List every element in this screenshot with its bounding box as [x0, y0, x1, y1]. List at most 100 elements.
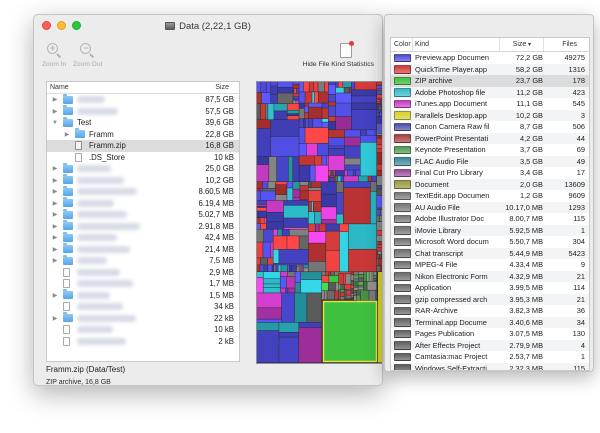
- treemap-cell[interactable]: [328, 282, 336, 291]
- treemap-cell[interactable]: [305, 127, 329, 144]
- treemap-cell[interactable]: [377, 189, 383, 196]
- treemap-cell[interactable]: [373, 280, 377, 282]
- kind-row[interactable]: Terminal.app Docume 3.40,6 MB 34: [391, 316, 589, 328]
- treemap-cell[interactable]: [279, 332, 299, 337]
- file-tree-row[interactable]: 2,9 MB: [47, 267, 239, 279]
- treemap-cell[interactable]: [299, 265, 301, 272]
- treemap-cell[interactable]: [299, 92, 305, 103]
- treemap-cell[interactable]: [268, 182, 276, 188]
- treemap-cell[interactable]: [377, 265, 381, 272]
- treemap-cell[interactable]: [260, 188, 263, 191]
- treemap-cell[interactable]: [351, 280, 354, 286]
- treemap-cell[interactable]: [263, 279, 280, 284]
- treemap-cell[interactable]: [328, 116, 336, 122]
- treemap-cell[interactable]: [257, 188, 260, 191]
- file-tree-row[interactable]: ▶ 6.19,4 MB: [47, 197, 239, 210]
- treemap-cell[interactable]: [308, 118, 313, 128]
- treemap-cell[interactable]: [308, 187, 321, 191]
- treemap-cell[interactable]: [293, 100, 296, 104]
- treemap-cell[interactable]: [375, 130, 377, 135]
- treemap-cell[interactable]: [360, 135, 377, 142]
- column-divider[interactable]: [412, 38, 413, 51]
- column-header-kind[interactable]: Kind: [415, 41, 429, 48]
- file-tree-row[interactable]: .DS_Store 10 kB: [47, 152, 239, 164]
- treemap-cell[interactable]: [267, 258, 273, 265]
- treemap-cell[interactable]: [260, 191, 276, 201]
- treemap-cell[interactable]: [293, 82, 299, 85]
- treemap-cell[interactable]: [338, 82, 343, 88]
- minimize-window-button[interactable]: [57, 21, 66, 30]
- treemap-cell[interactable]: [299, 143, 307, 156]
- treemap-cell[interactable]: [354, 272, 359, 275]
- treemap-cell[interactable]: [257, 103, 261, 120]
- treemap-cell[interactable]: [300, 185, 309, 191]
- treemap-cell[interactable]: [281, 293, 295, 323]
- treemap-cell[interactable]: [344, 289, 346, 300]
- treemap-cell[interactable]: [287, 236, 299, 250]
- treemap-cell[interactable]: [308, 182, 311, 188]
- treemap-cell[interactable]: [300, 182, 309, 186]
- treemap-cell[interactable]: [377, 145, 383, 149]
- file-tree-row[interactable]: 34 kB: [47, 301, 239, 313]
- kind-row[interactable]: Windows Self-Extracti 2.32,3 MB 115: [391, 362, 589, 370]
- treemap-cell[interactable]: [328, 137, 345, 146]
- kind-table[interactable]: Color Kind Size ▾ Files Preview.app Docu…: [390, 37, 590, 371]
- treemap-cell[interactable]: [281, 265, 288, 272]
- treemap-cell[interactable]: [283, 218, 309, 228]
- treemap-cell[interactable]: [358, 287, 364, 290]
- treemap-cell[interactable]: [293, 197, 300, 201]
- treemap-cell[interactable]: [377, 208, 383, 210]
- treemap-cell[interactable]: [377, 209, 381, 215]
- treemap-cell[interactable]: [279, 337, 299, 363]
- treemap-cell[interactable]: [283, 205, 309, 218]
- kind-row[interactable]: Final Cut Pro Library 3,4 GB 17: [391, 167, 589, 179]
- treemap-cell[interactable]: [335, 176, 338, 182]
- treemap-cell[interactable]: [351, 288, 354, 291]
- file-tree-row[interactable]: Framm.zip 16,8 GB: [47, 140, 239, 152]
- treemap-cell[interactable]: [277, 82, 293, 88]
- treemap-cell[interactable]: [328, 148, 345, 156]
- file-tree-row[interactable]: ▶ 8.60,5 MB: [47, 185, 239, 198]
- treemap-cell[interactable]: [303, 265, 309, 268]
- treemap-cell[interactable]: [299, 156, 315, 165]
- kind-row[interactable]: Application 3.99,5 MB 114: [391, 282, 589, 294]
- kind-row[interactable]: ZIP archive 23,7 GB 178: [391, 75, 589, 87]
- treemap-cell[interactable]: [310, 165, 315, 182]
- treemap-cell[interactable]: [335, 87, 344, 93]
- treemap-cell[interactable]: [257, 92, 262, 104]
- title-bar[interactable]: Data (2,22,1 GB): [34, 15, 382, 37]
- treemap-cell[interactable]: [318, 92, 329, 103]
- treemap-cell[interactable]: [344, 274, 346, 285]
- treemap-cell[interactable]: [356, 290, 361, 295]
- treemap-cell[interactable]: [328, 82, 336, 85]
- treemap-cell[interactable]: [335, 116, 352, 130]
- kind-row[interactable]: Preview.app Documen 72,2 GB 49275: [391, 52, 589, 64]
- treemap-cell[interactable]: [344, 165, 361, 170]
- kind-row[interactable]: MPEG-4 File 4.33,4 MB 9: [391, 259, 589, 271]
- treemap-cell[interactable]: [308, 224, 315, 232]
- treemap-cell[interactable]: [323, 301, 377, 362]
- treemap-cell[interactable]: [328, 176, 330, 182]
- file-tree-row[interactable]: ▶ 21,4 MB: [47, 243, 239, 256]
- treemap-cell[interactable]: [287, 272, 295, 277]
- treemap-cell[interactable]: [279, 322, 299, 333]
- treemap-cell[interactable]: [380, 100, 383, 103]
- treemap-cell[interactable]: [283, 200, 309, 206]
- treemap-cell[interactable]: [268, 265, 272, 272]
- treemap-cell[interactable]: [257, 293, 282, 308]
- treemap-cell[interactable]: [257, 322, 279, 331]
- treemap-cell[interactable]: [299, 236, 309, 250]
- treemap-cell[interactable]: [377, 148, 383, 153]
- kind-row[interactable]: iMovie Library 5.92,5 MB 1: [391, 224, 589, 236]
- treemap-cell[interactable]: [257, 229, 264, 242]
- treemap-cell[interactable]: [257, 156, 269, 165]
- treemap-cell[interactable]: [274, 265, 276, 272]
- treemap-cell[interactable]: [257, 191, 261, 201]
- treemap-cell[interactable]: [344, 87, 350, 93]
- treemap-cell[interactable]: [261, 92, 271, 104]
- treemap-cell[interactable]: [377, 230, 383, 236]
- treemap-cell[interactable]: [257, 319, 282, 323]
- treemap-cell[interactable]: [377, 123, 383, 134]
- treemap-cell[interactable]: [340, 289, 344, 292]
- treemap-cell[interactable]: [377, 116, 383, 124]
